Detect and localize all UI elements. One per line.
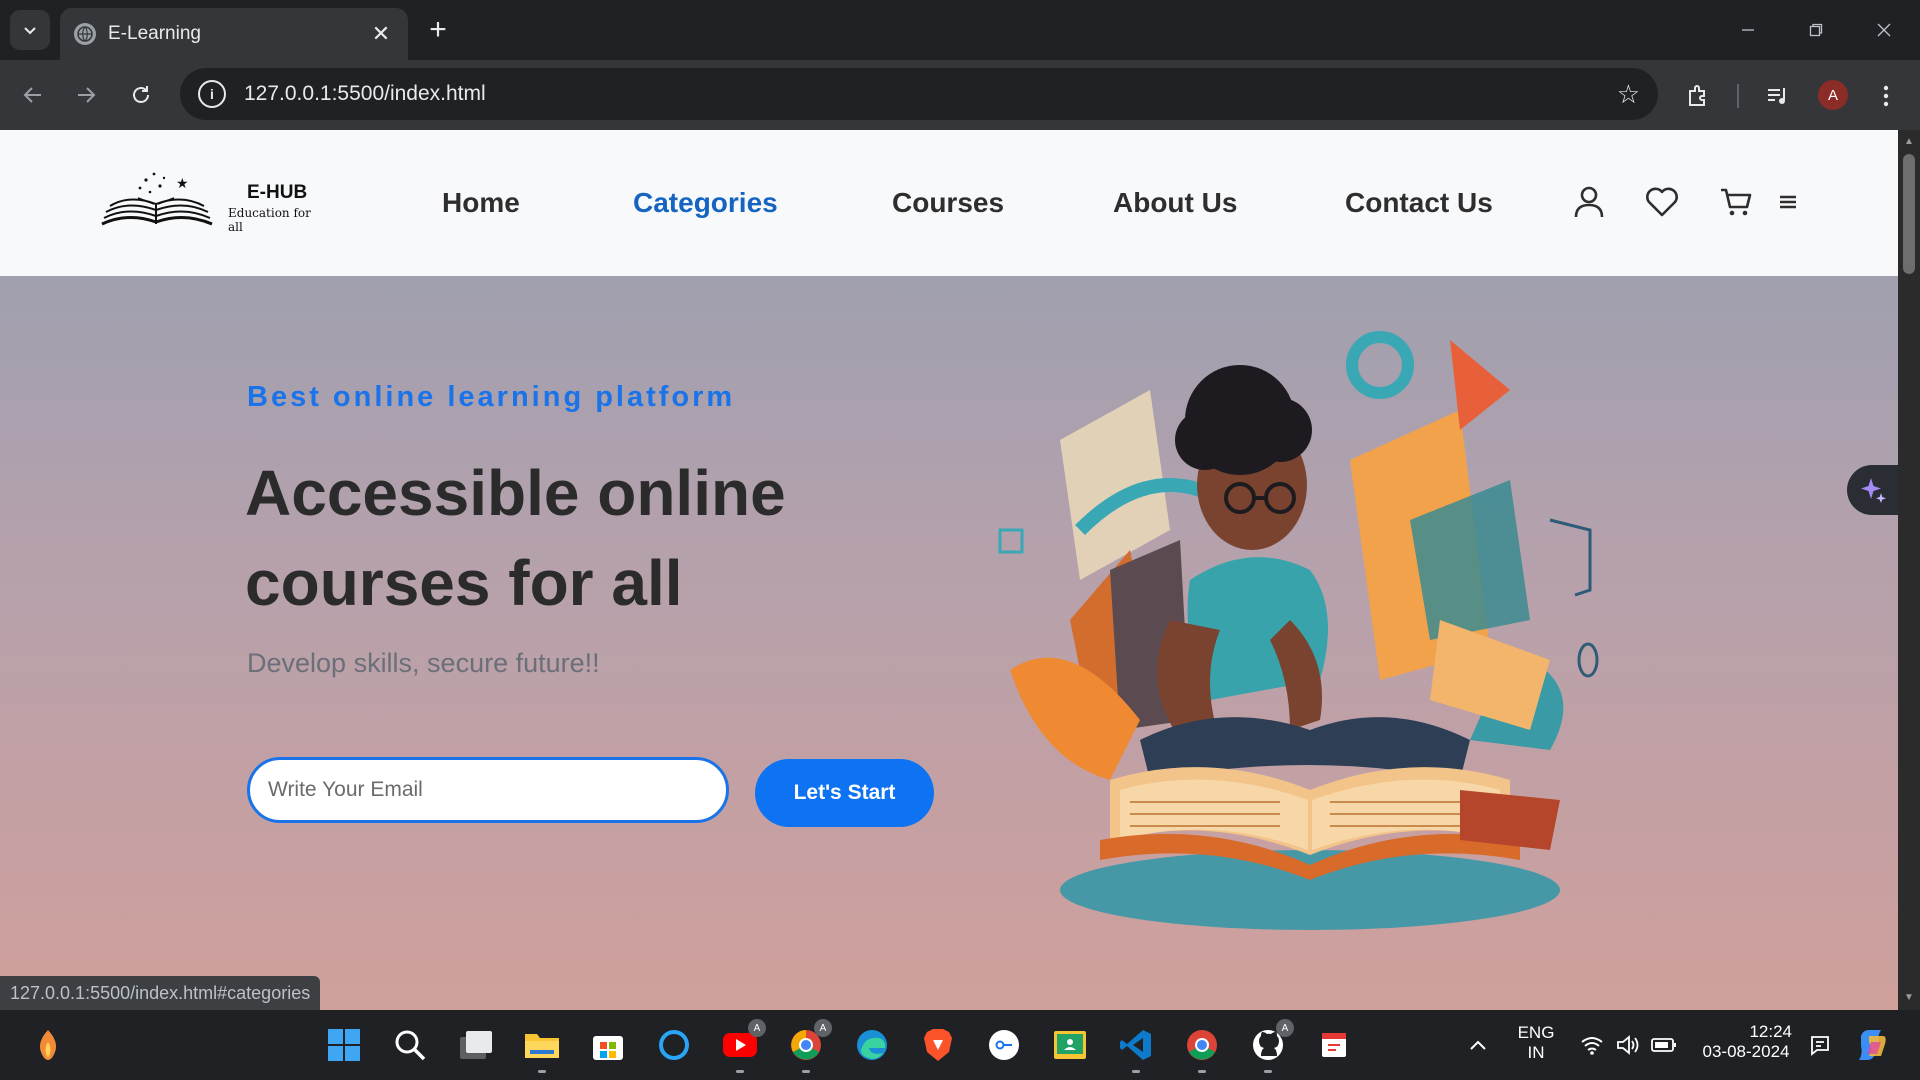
new-tab-button[interactable]: + xyxy=(420,12,456,48)
hero-eyebrow: Best online learning platform xyxy=(247,381,736,413)
copilot-icon[interactable] xyxy=(1848,1021,1896,1069)
running-indicator xyxy=(802,1070,810,1073)
running-indicator xyxy=(1198,1070,1206,1073)
taskbar: A A A ENG IN 12:24 03-08-2024 xyxy=(0,1010,1920,1080)
back-button[interactable] xyxy=(13,75,53,115)
running-indicator xyxy=(1264,1070,1272,1073)
region-code: IN xyxy=(1527,1043,1545,1062)
close-tab-icon[interactable]: ✕ xyxy=(368,21,394,47)
language-indicator[interactable]: ENG IN xyxy=(1512,1023,1560,1063)
nav-home[interactable]: Home xyxy=(442,187,520,219)
scroll-thumb[interactable] xyxy=(1903,154,1915,274)
chrome-icon[interactable]: A xyxy=(782,1019,832,1073)
chevron-up-icon[interactable] xyxy=(1454,1021,1502,1069)
media-controls-icon[interactable] xyxy=(1760,78,1796,114)
arrow-left-icon xyxy=(23,87,41,103)
bookmark-star-icon[interactable]: ☆ xyxy=(1617,79,1640,110)
url-text[interactable]: 127.0.0.1:5500/index.html xyxy=(244,82,1617,106)
address-bar[interactable]: i 127.0.0.1:5500/index.html ☆ xyxy=(180,68,1658,120)
reload-icon xyxy=(133,86,149,103)
start-windows-icon[interactable] xyxy=(320,1021,368,1069)
open-book-logo-icon: ★ xyxy=(101,172,213,226)
profile-badge: A xyxy=(748,1019,766,1037)
task-view-icon[interactable] xyxy=(452,1021,500,1069)
notifications-icon[interactable] xyxy=(1796,1021,1844,1069)
clock-date: 03-08-2024 xyxy=(1702,1042,1790,1061)
running-indicator xyxy=(736,1070,744,1073)
nav-about-us[interactable]: About Us xyxy=(1113,187,1237,219)
more-menu-icon[interactable] xyxy=(1868,78,1904,114)
arrow-right-icon xyxy=(78,87,96,103)
hero-subtitle: Develop skills, secure future!! xyxy=(247,648,600,678)
sparkle-icon xyxy=(1860,478,1886,503)
browser-toolbar: i 127.0.0.1:5500/index.html ☆ A xyxy=(0,60,1920,130)
clock-time: 12:24 xyxy=(1749,1022,1792,1041)
page-scrollbar[interactable]: ▲ ▼ xyxy=(1898,130,1920,1010)
chevron-down-icon xyxy=(24,27,36,35)
search-icon[interactable] xyxy=(386,1021,434,1069)
snipping-tool-icon[interactable] xyxy=(1310,1021,1358,1069)
profile-avatar[interactable]: A xyxy=(1818,80,1848,110)
lets-start-button[interactable]: Let's Start xyxy=(755,759,934,827)
chrome-profile-icon[interactable] xyxy=(1178,1021,1226,1073)
scroll-up-arrow[interactable]: ▲ xyxy=(1903,136,1915,148)
chat-app-icon[interactable] xyxy=(980,1021,1028,1069)
file-explorer-icon[interactable] xyxy=(518,1021,566,1073)
menu-icon[interactable] xyxy=(1768,182,1808,222)
toolbar-separator xyxy=(1737,84,1739,108)
logo-tagline: Education for all xyxy=(228,206,311,234)
page-viewport: ★ E-HUB Education for all Home Categorie… xyxy=(0,130,1898,1010)
running-indicator xyxy=(1132,1070,1140,1073)
site-logo[interactable]: ★ E-HUB Education for all xyxy=(98,168,328,238)
brave-icon[interactable] xyxy=(914,1021,962,1069)
nav-contact-us[interactable]: Contact Us xyxy=(1345,187,1493,219)
vscode-icon[interactable] xyxy=(1112,1021,1160,1073)
language-code: ENG xyxy=(1517,1023,1555,1042)
nav-courses[interactable]: Courses xyxy=(892,187,1004,219)
running-indicator xyxy=(538,1070,546,1073)
restore-button[interactable] xyxy=(1792,10,1840,50)
svg-text:★: ★ xyxy=(176,175,189,191)
globe-icon xyxy=(74,23,96,45)
hero-title-line-1: Accessible online xyxy=(245,457,786,529)
reload-button[interactable] xyxy=(121,75,161,115)
youtube-app-icon[interactable]: A xyxy=(716,1019,766,1073)
cortana-icon[interactable] xyxy=(650,1021,698,1069)
hero-illustration xyxy=(998,331,1599,930)
extensions-icon[interactable] xyxy=(1680,78,1716,114)
forward-button[interactable] xyxy=(66,75,106,115)
heart-icon[interactable] xyxy=(1642,182,1682,222)
logo-name: E-HUB xyxy=(247,182,308,203)
widgets-icon[interactable] xyxy=(24,1021,72,1069)
link-status-bubble: 127.0.0.1:5500/index.html#categories xyxy=(0,976,321,1010)
battery-icon[interactable] xyxy=(1640,1021,1688,1069)
tab-title: E-Learning xyxy=(108,23,201,44)
clock[interactable]: 12:24 03-08-2024 xyxy=(1694,1022,1798,1062)
ai-sparkle-button[interactable] xyxy=(1847,465,1898,515)
cart-icon[interactable] xyxy=(1716,182,1756,222)
nav-categories[interactable]: Categories xyxy=(633,187,778,219)
tab-strip: E-Learning ✕ + xyxy=(0,0,1920,60)
hero-title: Accessible online courses for all xyxy=(245,448,945,628)
hero-title-line-2: courses for all xyxy=(245,547,683,619)
minimize-button[interactable] xyxy=(1724,10,1772,50)
email-input[interactable] xyxy=(247,757,729,823)
profile-badge: A xyxy=(1276,1019,1294,1037)
scroll-down-arrow[interactable]: ▼ xyxy=(1903,992,1915,1004)
site-info-icon[interactable]: i xyxy=(198,80,226,108)
microsoft-store-icon[interactable] xyxy=(584,1021,632,1069)
edge-icon[interactable] xyxy=(848,1021,896,1069)
github-icon[interactable]: A xyxy=(1244,1019,1294,1073)
close-window-button[interactable] xyxy=(1860,10,1908,50)
tab-elearning[interactable]: E-Learning ✕ xyxy=(60,8,408,60)
user-icon[interactable] xyxy=(1569,182,1609,222)
profile-badge: A xyxy=(814,1019,832,1037)
site-header: ★ E-HUB Education for all Home Categorie… xyxy=(0,130,1898,276)
tab-search-button[interactable] xyxy=(10,10,50,50)
classroom-icon[interactable] xyxy=(1046,1021,1094,1069)
